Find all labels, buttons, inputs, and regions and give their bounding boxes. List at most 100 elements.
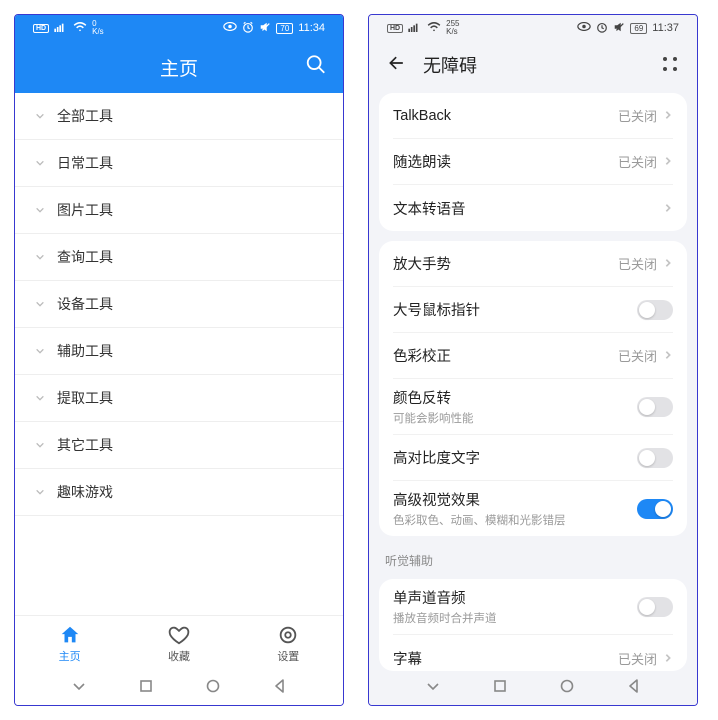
settings-header: 无障碍 [369,41,697,89]
hd-icon: HD [33,24,49,33]
row-trail: 已关闭 [618,346,673,365]
battery-icon: 70 [276,23,293,34]
row-label: 高级视觉效果 [393,489,629,510]
nav-settings[interactable]: 设置 [234,616,343,671]
settings-row[interactable]: 字幕已关闭 [393,635,673,671]
category-label: 趣味游戏 [57,482,113,502]
toggle-switch[interactable] [637,499,673,519]
sys-dropdown-icon[interactable] [425,678,441,699]
sys-home-icon[interactable] [205,678,221,699]
settings-body: TalkBack已关闭随选朗读已关闭文本转语音 放大手势已关闭大号鼠标指针色彩校… [369,89,697,671]
chevron-right-icon [663,201,673,216]
row-trail [637,300,673,320]
settings-row[interactable]: 随选朗读已关闭 [393,139,673,185]
clock-text: 11:37 [652,22,679,34]
settings-row[interactable]: 单声道音频播放音频时合并声道 [393,579,673,635]
category-list: 全部工具日常工具图片工具查询工具设备工具辅助工具提取工具其它工具趣味游戏 [15,93,343,615]
status-right: 69 11:37 [577,21,679,36]
category-item[interactable]: 全部工具 [15,93,343,140]
net-speed: 0K/s [92,20,104,36]
chevron-down-icon [35,205,45,215]
category-label: 提取工具 [57,388,113,408]
settings-row[interactable]: 放大手势已关闭 [393,241,673,287]
status-text: 已关闭 [618,346,657,365]
chevron-down-icon [35,252,45,262]
battery-icon: 69 [630,23,647,34]
row-label: 字幕 [393,648,610,669]
back-button[interactable] [387,53,407,78]
category-item[interactable]: 查询工具 [15,234,343,281]
status-bar: HD 255K/s 69 11:37 [369,15,697,41]
toggle-switch[interactable] [637,448,673,468]
category-item[interactable]: 提取工具 [15,375,343,422]
category-item[interactable]: 日常工具 [15,140,343,187]
alarm-icon [596,21,608,36]
row-label: 放大手势 [393,253,610,274]
category-label: 全部工具 [57,106,113,126]
app-header: 主页 [15,41,343,93]
row-trail: 已关闭 [618,254,673,273]
settings-row[interactable]: 颜色反转可能会影响性能 [393,379,673,435]
row-trail [637,397,673,417]
row-trail [637,597,673,617]
row-label: 文本转语音 [393,198,655,219]
category-label: 辅助工具 [57,341,113,361]
category-item[interactable]: 辅助工具 [15,328,343,375]
nav-favorites[interactable]: 收藏 [124,616,233,671]
sys-recents-icon[interactable] [492,678,508,699]
settings-row[interactable]: 文本转语音 [393,185,673,231]
sys-recents-icon[interactable] [138,678,154,699]
chevron-down-icon [35,111,45,121]
chevron-right-icon [663,154,673,169]
status-left: HD 255K/s [387,20,459,36]
toggle-switch[interactable] [637,397,673,417]
category-item[interactable]: 图片工具 [15,187,343,234]
hd-icon: HD [387,24,403,33]
sys-back-icon[interactable] [626,678,642,699]
row-label: 色彩校正 [393,345,610,366]
search-button[interactable] [305,54,327,81]
row-sublabel: 色彩取色、动画、模糊和光影错层 [393,512,629,528]
settings-row[interactable]: 色彩校正已关闭 [393,333,673,379]
chevron-right-icon [663,348,673,363]
nav-fav-label: 收藏 [168,648,190,664]
chevron-right-icon [663,651,673,666]
row-label: 高对比度文字 [393,447,629,468]
nav-home[interactable]: 主页 [15,616,124,671]
chevron-right-icon [663,108,673,123]
status-text: 已关闭 [618,649,657,668]
row-label: 随选朗读 [393,151,610,172]
chevron-down-icon [35,393,45,403]
phone-left: HD 0K/s 70 11:34 主页 [14,14,344,706]
sys-home-icon[interactable] [559,678,575,699]
settings-row[interactable]: 高对比度文字 [393,435,673,481]
category-item[interactable]: 设备工具 [15,281,343,328]
phone-right: HD 255K/s 69 11:37 无障碍 TalkBack已关闭随选朗读已关 [368,14,698,706]
sys-dropdown-icon[interactable] [71,678,87,699]
signal-icon [408,22,422,35]
sys-back-icon[interactable] [272,678,288,699]
category-label: 设备工具 [57,294,113,314]
settings-row[interactable]: TalkBack已关闭 [393,93,673,139]
mute-icon [259,21,271,36]
category-item[interactable]: 趣味游戏 [15,469,343,516]
chevron-down-icon [35,346,45,356]
category-label: 图片工具 [57,200,113,220]
clock-text: 11:34 [298,22,325,34]
toggle-switch[interactable] [637,300,673,320]
row-sublabel: 播放音频时合并声道 [393,610,629,626]
toggle-switch[interactable] [637,597,673,617]
system-nav [369,671,697,705]
page-title: 无障碍 [423,52,647,78]
net-speed: 255K/s [446,20,459,36]
wifi-icon [73,22,87,35]
settings-row[interactable]: 高级视觉效果色彩取色、动画、模糊和光影错层 [393,481,673,536]
row-trail [637,448,673,468]
category-item[interactable]: 其它工具 [15,422,343,469]
row-label: 单声道音频 [393,587,629,608]
row-trail: 已关闭 [618,152,673,171]
row-label: 颜色反转 [393,387,629,408]
settings-row[interactable]: 大号鼠标指针 [393,287,673,333]
eye-icon [577,22,591,34]
more-button[interactable] [663,57,679,73]
